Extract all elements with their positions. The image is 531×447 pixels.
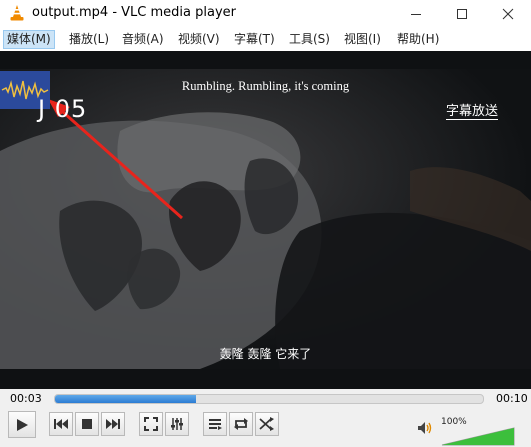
seek-bar-progress [55,395,197,403]
elapsed-time: 00:03 [10,392,42,405]
extended-settings-button[interactable] [165,412,189,436]
menu-bar: 媒体(M) 播放(L) 音频(A) 视频(V) 字幕(T) 工具(S) 视图(I… [0,27,531,51]
menu-tools[interactable]: 工具(S) [286,30,333,49]
fullscreen-button[interactable] [139,412,163,436]
fullscreen-icon [144,417,158,431]
controls-row: 100% [0,409,531,446]
seek-row: 00:03 00:10 [0,389,531,409]
title-bar: output.mp4 - VLC media player [0,0,531,27]
total-time: 00:10 [496,392,528,405]
menu-audio[interactable]: 音频(A) [119,30,167,49]
subtitle-chinese: 轰隆 轰隆 它来了 [219,347,312,361]
menu-media[interactable]: 媒体(M) [3,30,55,49]
stop-button[interactable] [75,412,99,436]
next-icon [106,419,120,429]
menu-help[interactable]: 帮助(H) [394,30,442,49]
close-button[interactable] [486,0,530,27]
menu-video[interactable]: 视频(V) [175,30,223,49]
playlist-button[interactable] [203,412,227,436]
play-button[interactable] [8,411,36,438]
volume-slider[interactable] [441,425,515,447]
next-button[interactable] [101,412,125,436]
menu-playback[interactable]: 播放(L) [66,30,112,49]
previous-button[interactable] [49,412,73,436]
video-area[interactable]: J 05 Rumbling. Rumbling, it's coming 字幕放… [0,51,531,389]
play-icon [17,418,28,431]
seek-bar[interactable] [54,394,484,404]
menu-view[interactable]: 视图(I) [341,30,384,49]
loop-button[interactable] [229,412,253,436]
shuffle-icon [259,417,274,431]
extended-settings-icon [171,418,183,430]
playlist-icon [209,419,222,430]
close-icon [502,8,514,19]
minimize-button[interactable] [394,0,438,27]
maximize-button[interactable] [440,0,484,27]
maximize-icon [457,8,467,19]
shuffle-button[interactable] [255,412,279,436]
subtitle-english: Rumbling. Rumbling, it's coming [181,79,350,93]
stop-icon [82,419,92,429]
vlc-cone-icon [10,5,24,21]
volume-icon[interactable] [417,421,433,435]
video-clock-overlay: J 05 [38,95,88,123]
menu-subtitle[interactable]: 字幕(T) [231,30,278,49]
window-title: output.mp4 - VLC media player [32,5,236,20]
loop-icon [234,418,248,430]
minimize-icon [411,13,421,15]
subtitle-link: 字幕放送 [446,104,499,120]
previous-icon [54,419,68,429]
